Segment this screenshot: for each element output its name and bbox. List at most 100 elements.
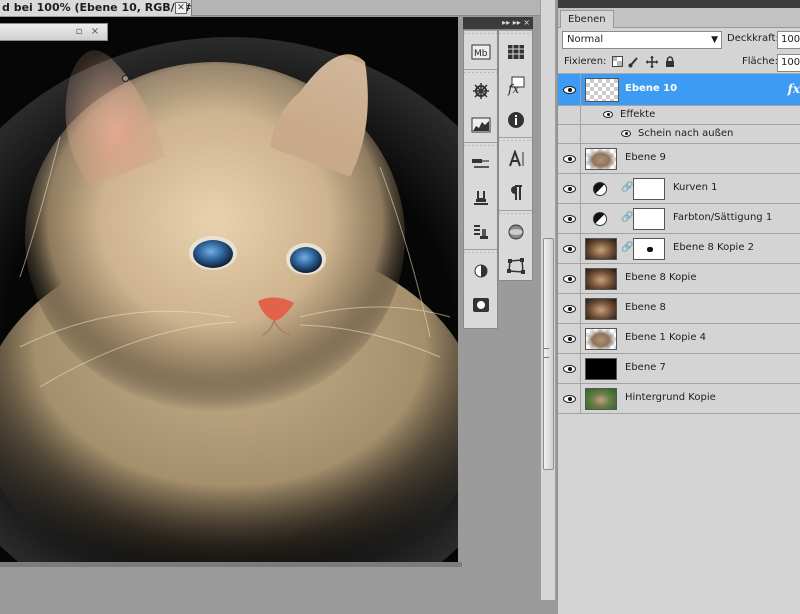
fill-label: Fläche: xyxy=(742,56,779,67)
mini-bridge-icon[interactable]: Mb xyxy=(464,35,497,69)
layer-name: Ebene 8 Kopie xyxy=(625,272,697,283)
visibility-eye-icon[interactable] xyxy=(558,324,581,353)
document-canvas[interactable] xyxy=(0,17,458,562)
layer-row[interactable]: Ebene 8 Kopie xyxy=(558,264,800,294)
navigator-grid-icon[interactable] xyxy=(499,35,532,69)
panel-tab-strip: Ebenen xyxy=(558,8,800,28)
effect-item-row[interactable]: Schein nach außen xyxy=(558,125,800,144)
adjustments-icon[interactable] xyxy=(464,254,497,288)
layer-thumbnail xyxy=(585,328,617,350)
visibility-eye-icon[interactable] xyxy=(558,234,581,263)
layer-thumbnail xyxy=(585,238,617,260)
layer-mask-thumbnail xyxy=(633,178,665,200)
transform-icon[interactable] xyxy=(499,249,532,283)
close-window-icon[interactable]: × xyxy=(89,26,101,38)
layer-row[interactable]: Ebene 9 xyxy=(558,144,800,174)
tab-layers[interactable]: Ebenen xyxy=(560,10,614,28)
layer-name: Hintergrund Kopie xyxy=(625,392,716,403)
layer-name: Kurven 1 xyxy=(673,182,718,193)
lock-fill-row: Fixieren: Fläche: 100% xyxy=(558,52,800,74)
opacity-label: Deckkraft: xyxy=(727,33,779,44)
tool-presets-icon[interactable] xyxy=(464,215,497,249)
layer-row[interactable]: Ebene 1 Kopie 4 xyxy=(558,324,800,354)
layer-row[interactable]: Ebene 8 xyxy=(558,294,800,324)
effect-visibility-eye-icon[interactable] xyxy=(621,130,631,137)
blend-mode-value: Normal xyxy=(567,34,604,45)
layer-thumbnail xyxy=(585,388,617,410)
visibility-eye-icon[interactable] xyxy=(558,264,581,293)
mask-icon[interactable] xyxy=(464,288,497,322)
layer-name: Ebene 9 xyxy=(625,152,666,163)
layer-name: Ebene 8 Kopie 2 xyxy=(673,242,755,253)
panel-dock-right-column: fx xyxy=(498,29,533,281)
layer-row[interactable]: Ebene 10 fx xyxy=(558,74,800,106)
visibility-eye-icon[interactable] xyxy=(558,174,581,203)
effects-row[interactable]: Effekte xyxy=(558,106,800,125)
layer-thumbnail xyxy=(585,148,617,170)
visibility-eye-icon[interactable] xyxy=(558,74,581,105)
lock-label: Fixieren: xyxy=(564,56,607,67)
adjustment-layer-icon xyxy=(593,182,607,196)
chevron-down-icon: ▼ xyxy=(711,35,718,45)
visibility-eye-icon[interactable] xyxy=(558,144,581,173)
layer-name: Farbton/Sättigung 1 xyxy=(673,212,773,223)
document-tab[interactable]: d bei 100% (Ebene 10, RGB/8#) * xyxy=(0,0,192,16)
floating-window-titlebar[interactable]: ▫ × xyxy=(0,23,108,41)
brush-presets-icon[interactable] xyxy=(464,147,497,181)
layer-thumbnail xyxy=(585,298,617,320)
lock-transparency-icon[interactable] xyxy=(611,56,623,68)
clone-source-icon[interactable] xyxy=(464,181,497,215)
panel-dock-header[interactable]: ▸▸ ▸▸ × xyxy=(463,17,533,29)
blend-opacity-row: Normal ▼ Deckkraft: 100% xyxy=(558,30,800,52)
layer-row[interactable]: Hintergrund Kopie xyxy=(558,384,800,414)
layer-name: Ebene 10 xyxy=(625,83,678,94)
styles-fx-icon[interactable]: fx xyxy=(499,69,532,103)
scrollbar-grip-icon xyxy=(544,348,549,358)
mask-link-chain-icon[interactable]: 🔗 xyxy=(621,182,633,193)
effect-item-label: Schein nach außen xyxy=(638,128,734,139)
fx-icon[interactable]: fx xyxy=(788,82,800,96)
effects-visibility-eye-icon[interactable] xyxy=(603,111,613,118)
layer-mask-thumbnail xyxy=(633,238,665,260)
document-tab-title: d bei 100% (Ebene 10, RGB/8#) * xyxy=(2,1,192,14)
histogram-icon[interactable] xyxy=(464,108,497,142)
panel-collapse-bar[interactable] xyxy=(558,0,800,8)
layer-name: Ebene 7 xyxy=(625,362,666,373)
visibility-eye-icon[interactable] xyxy=(558,384,581,413)
helm-icon[interactable] xyxy=(464,74,497,108)
adjustment-layer-icon xyxy=(593,212,607,226)
mask-link-chain-icon[interactable]: 🔗 xyxy=(621,212,633,223)
fill-field[interactable]: 100% xyxy=(777,54,800,72)
layer-row[interactable]: Ebene 7 xyxy=(558,354,800,384)
eye-column xyxy=(558,106,581,124)
visibility-eye-icon[interactable] xyxy=(558,354,581,383)
info-icon[interactable] xyxy=(499,103,532,137)
blend-mode-select[interactable]: Normal ▼ xyxy=(562,31,722,49)
eye-column xyxy=(558,125,581,143)
layer-list-empty-area[interactable] xyxy=(558,414,800,614)
character-icon[interactable] xyxy=(499,142,532,176)
opacity-field[interactable]: 100% xyxy=(777,31,800,49)
svg-text:fx: fx xyxy=(507,82,519,96)
layer-row[interactable]: 🔗 Ebene 8 Kopie 2 xyxy=(558,234,800,264)
visibility-eye-icon[interactable] xyxy=(558,294,581,323)
close-document-icon[interactable]: ✕ xyxy=(175,2,187,14)
lock-all-icon[interactable] xyxy=(664,56,676,68)
3d-icon[interactable] xyxy=(499,215,532,249)
lock-position-move-icon[interactable] xyxy=(646,56,658,68)
vertical-scrollbar[interactable] xyxy=(540,0,556,600)
kitten-image xyxy=(0,17,458,562)
restore-window-icon[interactable]: ▫ xyxy=(73,26,85,38)
lock-pixels-brush-icon[interactable] xyxy=(628,56,640,68)
layer-thumbnail xyxy=(585,358,617,380)
layer-thumbnail xyxy=(585,78,619,102)
layer-row[interactable]: 🔗 Farbton/Sättigung 1 xyxy=(558,204,800,234)
layer-row[interactable]: 🔗 Kurven 1 xyxy=(558,174,800,204)
layer-name: Ebene 1 Kopie 4 xyxy=(625,332,707,343)
mask-link-chain-icon[interactable]: 🔗 xyxy=(621,242,633,253)
svg-text:Mb: Mb xyxy=(474,49,488,59)
visibility-eye-icon[interactable] xyxy=(558,204,581,233)
canvas-area[interactable]: ▫ × xyxy=(0,17,540,600)
layer-list: Ebene 10 fx Effekte Schein nach außen Eb… xyxy=(558,74,800,414)
paragraph-icon[interactable] xyxy=(499,176,532,210)
